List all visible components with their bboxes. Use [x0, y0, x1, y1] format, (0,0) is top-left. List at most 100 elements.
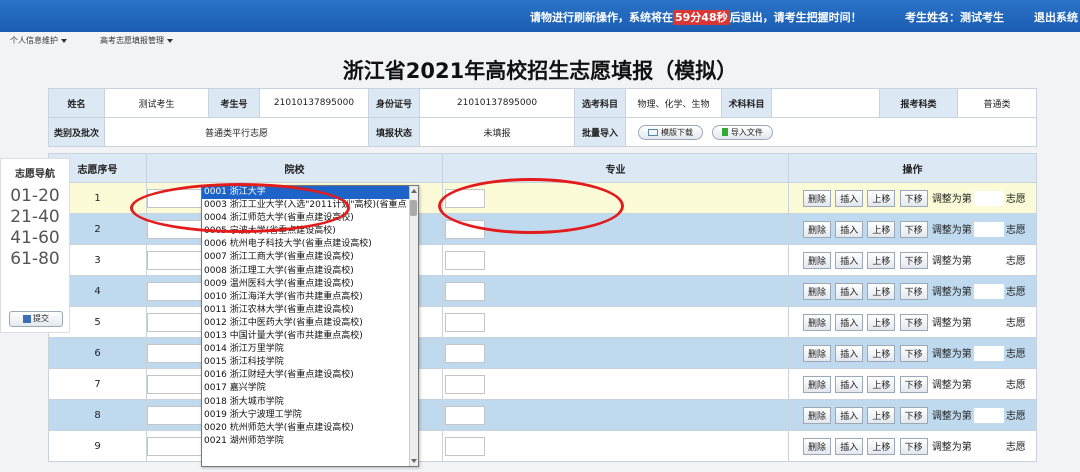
insert-button[interactable]: 插入 [835, 406, 864, 424]
table-row: 6 删除 插入 上移 下移 调整为第 志愿 [48, 337, 1037, 369]
major-highlight-ellipse [438, 178, 624, 234]
move-up-button[interactable]: 上移 [867, 375, 896, 393]
major-cell [442, 306, 789, 338]
dropdown-option[interactable]: 0017 嘉兴学院 [202, 382, 407, 395]
delete-button[interactable]: 删除 [803, 437, 832, 455]
adjust-input[interactable] [973, 284, 1004, 299]
adjust-input[interactable] [973, 346, 1004, 361]
col-header-major: 专业 [442, 153, 789, 183]
dropdown-option[interactable]: 0013 中国计量大学(省市共建重点高校) [202, 330, 407, 343]
move-up-button[interactable]: 上移 [867, 251, 896, 269]
submit-button[interactable]: 提交 [9, 311, 63, 327]
major-select[interactable] [445, 374, 485, 394]
move-up-button[interactable]: 上移 [867, 220, 896, 238]
scroll-down-icon[interactable] [411, 459, 417, 463]
move-up-button[interactable]: 上移 [867, 313, 896, 331]
major-cell [442, 275, 789, 307]
table-row: 8 删除 插入 上移 下移 调整为第 志愿 [48, 399, 1037, 431]
adjust-label: 调整为第 [931, 224, 972, 236]
scroll-thumb[interactable] [410, 200, 417, 216]
dropdown-option[interactable]: 0019 浙大宁波理工学院 [202, 409, 407, 422]
dropdown-option[interactable]: 0021 湖州师范学院 [202, 435, 407, 448]
student-name: 测试考生 [960, 11, 1004, 24]
dropdown-option[interactable]: 0014 浙江万里学院 [202, 343, 407, 356]
adjust-input[interactable] [973, 222, 1004, 237]
delete-button[interactable]: 删除 [803, 375, 832, 393]
insert-button[interactable]: 插入 [835, 375, 864, 393]
move-up-button[interactable]: 上移 [867, 406, 896, 424]
ops-cell: 删除 插入 上移 下移 调整为第 志愿 [788, 337, 1037, 369]
adjust-input[interactable] [973, 253, 1004, 268]
insert-button[interactable]: 插入 [835, 251, 864, 269]
move-down-button[interactable]: 下移 [899, 251, 928, 269]
adjust-input[interactable] [973, 315, 1004, 330]
ops-cell: 删除 插入 上移 下移 调整为第 志愿 [788, 182, 1037, 214]
insert-button[interactable]: 插入 [835, 220, 864, 238]
major-select[interactable] [445, 281, 485, 301]
major-select[interactable] [445, 312, 485, 332]
table-icon [648, 128, 658, 136]
dropdown-option[interactable]: 0012 浙江中医药大学(省重点建设高校) [202, 317, 407, 330]
notice-text: 请物进行刷新操作，系统将在 [530, 11, 673, 24]
move-up-button[interactable]: 上移 [867, 437, 896, 455]
menu-personal-info[interactable]: 个人信息维护 [10, 35, 67, 46]
major-cell [442, 399, 789, 431]
move-up-button[interactable]: 上移 [867, 189, 896, 207]
dropdown-scrollbar[interactable] [409, 186, 418, 466]
move-down-button[interactable]: 下移 [899, 189, 928, 207]
move-down-button[interactable]: 下移 [899, 344, 928, 362]
adjust-input[interactable] [973, 191, 1004, 206]
name-value: 测试考生 [104, 88, 209, 118]
template-download-button[interactable]: 模版下载 [638, 124, 703, 140]
logout-link[interactable]: 退出系统 [1034, 9, 1078, 25]
dropdown-option[interactable]: 0015 浙江科技学院 [202, 356, 407, 369]
nav-range-1[interactable]: 01-20 [1, 186, 69, 207]
major-select[interactable] [445, 250, 485, 270]
delete-button[interactable]: 删除 [803, 344, 832, 362]
insert-button[interactable]: 插入 [835, 189, 864, 207]
dropdown-option[interactable]: 0020 杭州师范大学(省重点建设高校) [202, 422, 407, 435]
adjust-input[interactable] [973, 408, 1004, 423]
adjust-input[interactable] [973, 377, 1004, 392]
move-down-button[interactable]: 下移 [899, 220, 928, 238]
move-down-button[interactable]: 下移 [899, 313, 928, 331]
adjust-input[interactable] [973, 439, 1004, 454]
delete-button[interactable]: 删除 [803, 189, 832, 207]
dropdown-option[interactable]: 0011 浙江农林大学(省重点建设高校) [202, 304, 407, 317]
move-down-button[interactable]: 下移 [899, 375, 928, 393]
move-up-button[interactable]: 上移 [867, 344, 896, 362]
dropdown-option[interactable]: 0006 杭州电子科技大学(省重点建设高校) [202, 238, 407, 251]
batch-value: 普通类平行志愿 [104, 117, 369, 147]
nav-range-4[interactable]: 61-80 [1, 249, 69, 270]
move-down-button[interactable]: 下移 [899, 437, 928, 455]
dropdown-option[interactable]: 0009 温州医科大学(省重点建设高校) [202, 278, 407, 291]
delete-button[interactable]: 删除 [803, 251, 832, 269]
adjust-suffix: 志愿 [1005, 255, 1026, 267]
delete-button[interactable]: 删除 [803, 282, 832, 300]
import-file-button[interactable]: 导入文件 [711, 124, 773, 140]
dropdown-option[interactable]: 0010 浙江海洋大学(省市共建重点高校) [202, 291, 407, 304]
menu-application[interactable]: 高考志愿填报管理 [100, 35, 173, 46]
major-select[interactable] [445, 343, 485, 363]
insert-button[interactable]: 插入 [835, 344, 864, 362]
nav-range-3[interactable]: 41-60 [1, 228, 69, 249]
dropdown-option[interactable]: 0007 浙江工商大学(省重点建设高校) [202, 251, 407, 264]
insert-button[interactable]: 插入 [835, 437, 864, 455]
dropdown-option[interactable]: 0016 浙江财经大学(省重点建设高校) [202, 369, 407, 382]
move-up-button[interactable]: 上移 [867, 282, 896, 300]
major-select[interactable] [445, 405, 485, 425]
insert-button[interactable]: 插入 [835, 282, 864, 300]
scroll-up-icon[interactable] [411, 189, 417, 193]
delete-button[interactable]: 删除 [803, 313, 832, 331]
delete-button[interactable]: 删除 [803, 220, 832, 238]
insert-button[interactable]: 插入 [835, 313, 864, 331]
move-down-button[interactable]: 下移 [899, 282, 928, 300]
nav-title: 志愿导航 [15, 169, 55, 180]
nav-range-2[interactable]: 21-40 [1, 207, 69, 228]
id-label: 身份证号 [368, 88, 420, 118]
dropdown-option[interactable]: 0018 浙大城市学院 [202, 396, 407, 409]
delete-button[interactable]: 删除 [803, 406, 832, 424]
major-select[interactable] [445, 436, 485, 456]
move-down-button[interactable]: 下移 [899, 406, 928, 424]
dropdown-option[interactable]: 0008 浙江理工大学(省重点建设高校) [202, 265, 407, 278]
